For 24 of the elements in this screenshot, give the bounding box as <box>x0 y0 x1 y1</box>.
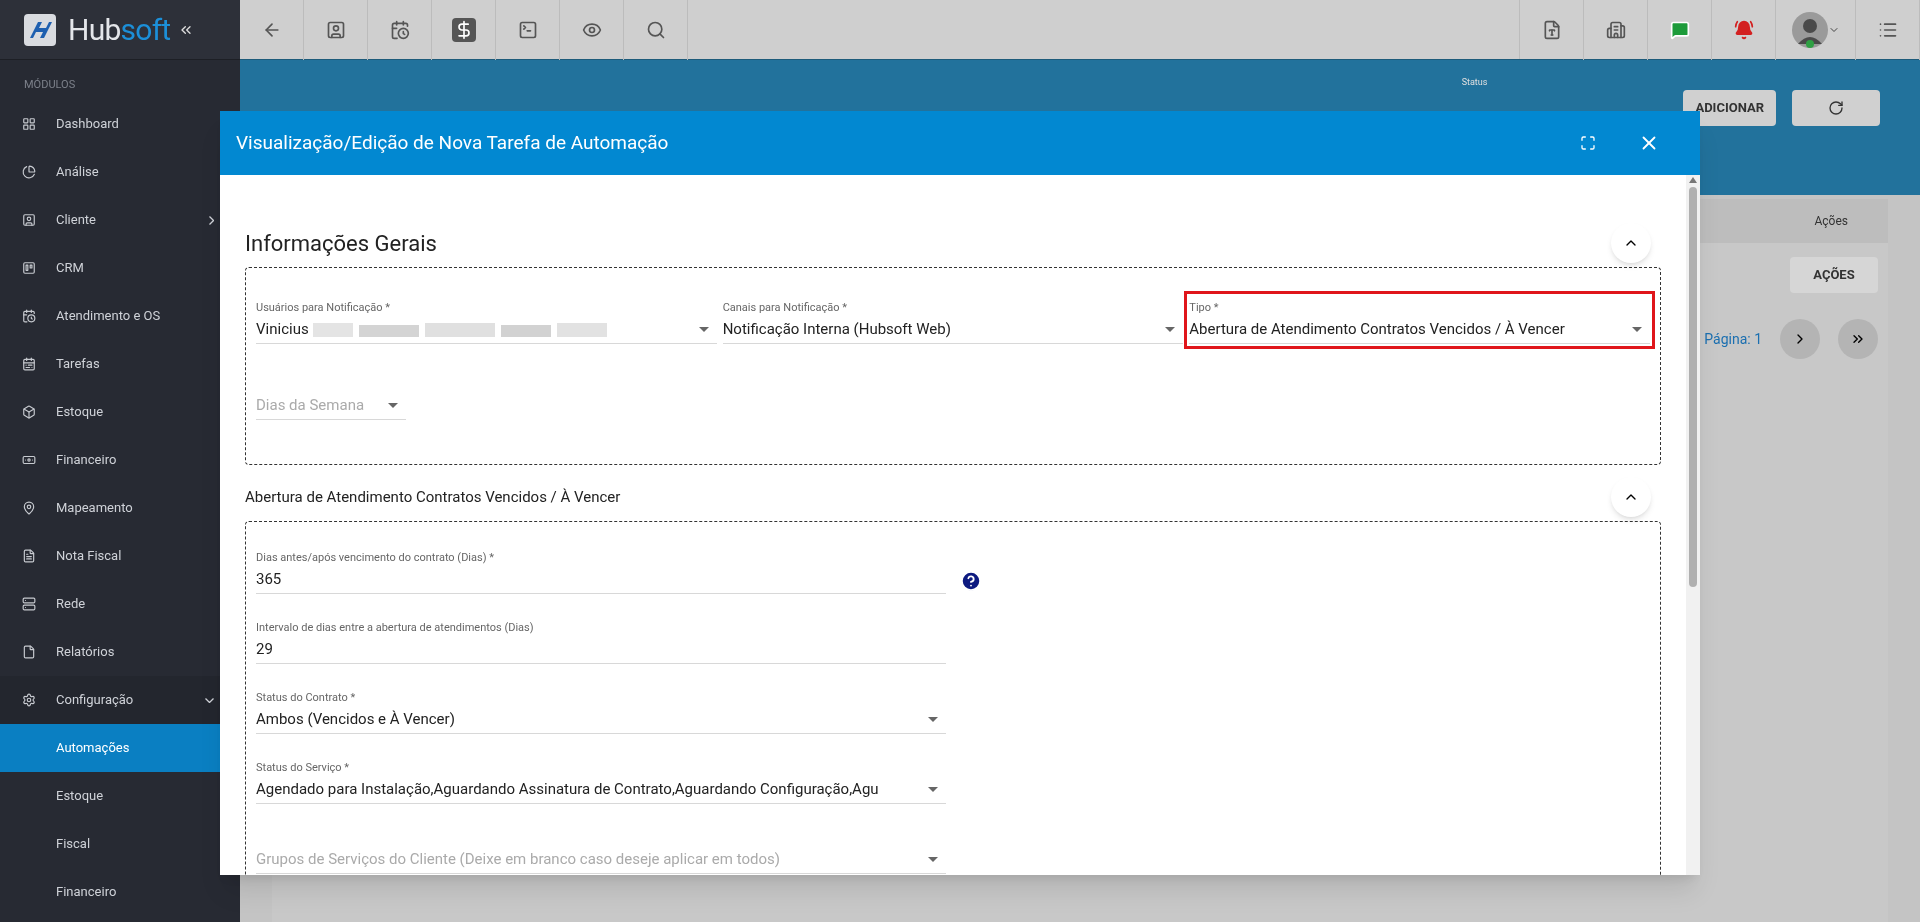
column-header: Ações <box>1814 213 1848 230</box>
field-value: 29 <box>256 639 273 661</box>
section-title: Abertura de Atendimento Contratos Vencidos / À Vencer <box>245 486 621 508</box>
field-label: Intervalo de dias entre a abertura de atendimentos (Dias) <box>256 619 535 636</box>
field-value: Notificação Interna (Hubsoft Web) <box>722 319 951 341</box>
field-value: Ambos (Vencidos e À Vencer) <box>256 709 455 731</box>
section-label: MÓDULOS <box>23 77 77 93</box>
field-label: Tipo * <box>1189 299 1220 316</box>
field-value: Agendado para Instalação,Aguardando Assinatura de Contrato,Aguardando Configuração,Agu <box>256 779 879 801</box>
modal-title: Visualização/Edição de Nova Tarefa de Automação <box>236 129 670 156</box>
field-label: Dias antes/após vencimento do contrato (Dias) * <box>256 549 495 566</box>
section-title: Informações Gerais <box>245 229 437 258</box>
field-value: Abertura de Atendimento Contratos Vencidos / À Vencer <box>1189 319 1565 341</box>
field-label: Status do Serviço * <box>256 759 351 776</box>
field-placeholder: Grupos de Serviços do Cliente (Deixe em branco caso deseje aplicar em todos) <box>256 849 780 871</box>
pagination-label: Página: 1 <box>1704 329 1762 349</box>
field-label: Status do Contrato * <box>256 689 357 706</box>
field-value: 365 <box>256 569 282 591</box>
field-label: Usuários para Notificação * <box>256 299 392 316</box>
brand-logo: Hubsoft <box>68 14 171 45</box>
status-label: Status <box>1461 76 1488 89</box>
field-value: Vinicius <box>256 319 309 341</box>
field-label: Canais para Notificação * <box>722 299 849 316</box>
field-placeholder: Dias da Semana <box>256 395 365 417</box>
